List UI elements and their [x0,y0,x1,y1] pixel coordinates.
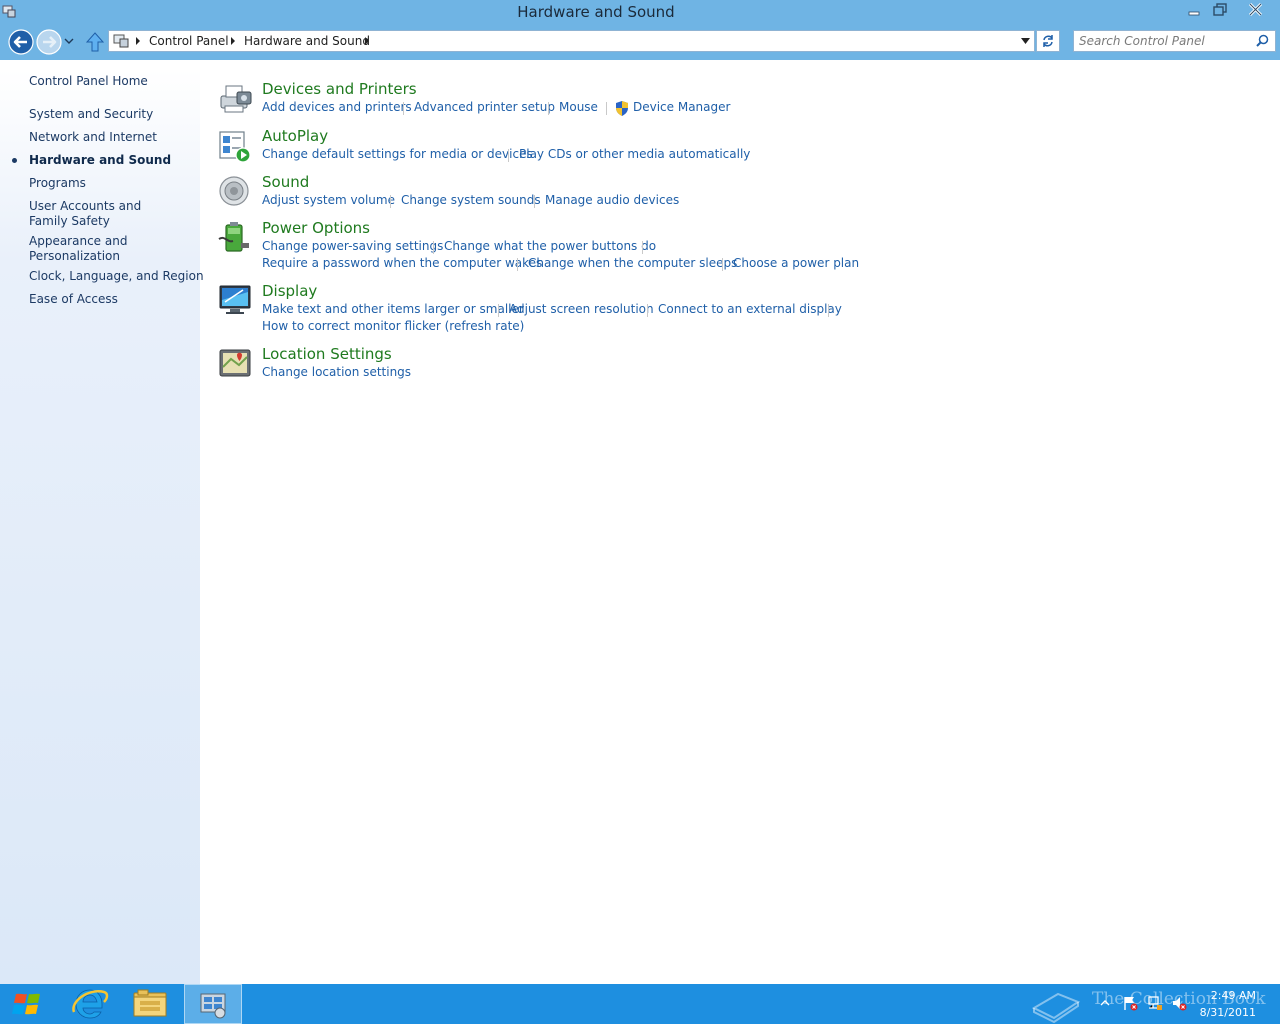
task-advanced-printer-setup[interactable]: Advanced printer setup [414,100,555,114]
search-input[interactable] [1079,33,1249,49]
watermark-book-icon [1031,992,1081,1024]
restore-button[interactable] [1208,0,1232,20]
task-change-location-settings[interactable]: Change location settings [262,365,411,379]
close-button[interactable] [1233,0,1278,20]
up-arrow-icon[interactable] [86,32,104,52]
task-change-power-buttons[interactable]: Change what the power buttons do [444,239,656,253]
taskbar-control-panel[interactable] [184,984,242,1024]
forward-button[interactable] [36,29,62,55]
link-separator [647,304,648,317]
breadcrumb-separator-icon[interactable] [364,37,370,45]
sidebar-item-network-and-internet[interactable]: Network and Internet [29,130,194,145]
link-separator [498,304,499,317]
sidebar-item-appearance[interactable]: Appearance and Personalization [29,234,139,264]
link-separator [642,241,643,254]
sidebar-item-ease-of-access[interactable]: Ease of Access [29,292,194,307]
control-panel-icon [200,993,226,1019]
search-icon[interactable] [1256,34,1269,47]
sidebar-item-control-panel-home[interactable]: Control Panel Home [29,74,194,89]
task-manage-audio-devices[interactable]: Manage audio devices [545,193,679,207]
link-separator [433,241,434,254]
battery-icon[interactable] [217,219,253,255]
task-adjust-system-volume[interactable]: Adjust system volume [262,193,395,207]
link-separator [606,102,607,115]
volume-muted-icon[interactable] [1171,995,1187,1011]
task-add-devices-and-printers[interactable]: Add devices and printers [262,100,412,114]
task-change-power-saving-settings[interactable]: Change power-saving settings [262,239,443,253]
link-separator [548,102,549,115]
back-button[interactable] [8,29,34,55]
link-separator [534,195,535,208]
minimize-button[interactable] [1182,0,1206,20]
link-separator [508,149,509,162]
refresh-button[interactable] [1036,30,1060,52]
task-change-system-sounds[interactable]: Change system sounds [401,193,541,207]
task-choose-power-plan[interactable]: Choose a power plan [733,256,859,270]
task-connect-external-display[interactable]: Connect to an external display [658,302,842,316]
category-display[interactable]: Display [262,282,317,300]
task-correct-monitor-flicker[interactable]: How to correct monitor flicker (refresh … [262,319,524,333]
control-panel-icon [113,34,129,48]
link-separator [722,258,723,271]
category-location-settings[interactable]: Location Settings [262,345,392,363]
link-separator [403,102,404,115]
windows-start-icon[interactable] [0,984,56,1024]
clock-date[interactable]: 8/31/2011 [1196,1006,1256,1019]
sidebar-item-hardware-and-sound[interactable]: Hardware and Sound [29,153,194,168]
task-change-sleep-time[interactable]: Change when the computer sleeps [528,256,737,270]
address-bar[interactable]: Control Panel Hardware and Sound [108,30,1035,52]
internet-explorer-icon[interactable] [62,984,118,1024]
file-explorer-icon[interactable] [122,984,178,1024]
search-box[interactable] [1073,30,1276,52]
sidebar: Control Panel Home System and Security N… [0,60,204,984]
window-title: Hardware and Sound [517,3,675,21]
link-separator [517,258,518,271]
printer-icon[interactable] [217,80,253,116]
recent-locations-chevron-icon[interactable] [64,36,74,46]
title-bar: Hardware and Sound [0,0,1280,26]
monitor-icon[interactable] [217,282,253,318]
admin-shield-icon [616,101,628,116]
current-page-bullet [12,158,17,163]
category-devices-and-printers[interactable]: Devices and Printers [262,80,417,98]
task-mouse[interactable]: Mouse [559,100,598,114]
speaker-icon[interactable] [217,173,253,209]
breadcrumb-separator-icon[interactable] [135,37,141,45]
location-icon[interactable] [217,345,253,381]
category-power-options[interactable]: Power Options [262,219,370,237]
navigation-bar: Control Panel Hardware and Sound [0,26,1280,60]
task-require-password-on-wake[interactable]: Require a password when the computer wak… [262,256,542,270]
network-icon[interactable] [1147,995,1163,1011]
category-autoplay[interactable]: AutoPlay [262,127,328,145]
taskbar: The Collection Book 2:49 AM 8/31/2011 [0,984,1280,1024]
task-device-manager[interactable]: Device Manager [633,100,730,114]
category-sound[interactable]: Sound [262,173,309,191]
task-adjust-screen-resolution[interactable]: Adjust screen resolution [509,302,654,316]
autoplay-icon[interactable] [217,128,253,164]
breadcrumb-hardware-and-sound[interactable]: Hardware and Sound [244,34,370,48]
task-play-cds-automatically[interactable]: Play CDs or other media automatically [519,147,750,161]
sidebar-item-system-and-security[interactable]: System and Security [29,107,194,122]
refresh-icon [1043,35,1053,47]
breadcrumb-separator-icon[interactable] [230,37,236,45]
breadcrumb-control-panel[interactable]: Control Panel [149,34,229,48]
task-make-text-larger[interactable]: Make text and other items larger or smal… [262,302,524,316]
sidebar-item-clock-language-region[interactable]: Clock, Language, and Region [29,269,204,284]
action-center-flag-icon[interactable] [1122,995,1138,1011]
link-separator [390,195,391,208]
address-history-dropdown-icon[interactable] [1021,38,1030,44]
show-hidden-icons-chevron-icon[interactable] [1100,998,1110,1008]
clock-time[interactable]: 2:49 AM [1200,989,1256,1002]
sidebar-item-user-accounts[interactable]: User Accounts and Family Safety [29,199,179,229]
sidebar-item-programs[interactable]: Programs [29,176,194,191]
link-separator [828,304,829,317]
task-change-default-media-settings[interactable]: Change default settings for media or dev… [262,147,533,161]
